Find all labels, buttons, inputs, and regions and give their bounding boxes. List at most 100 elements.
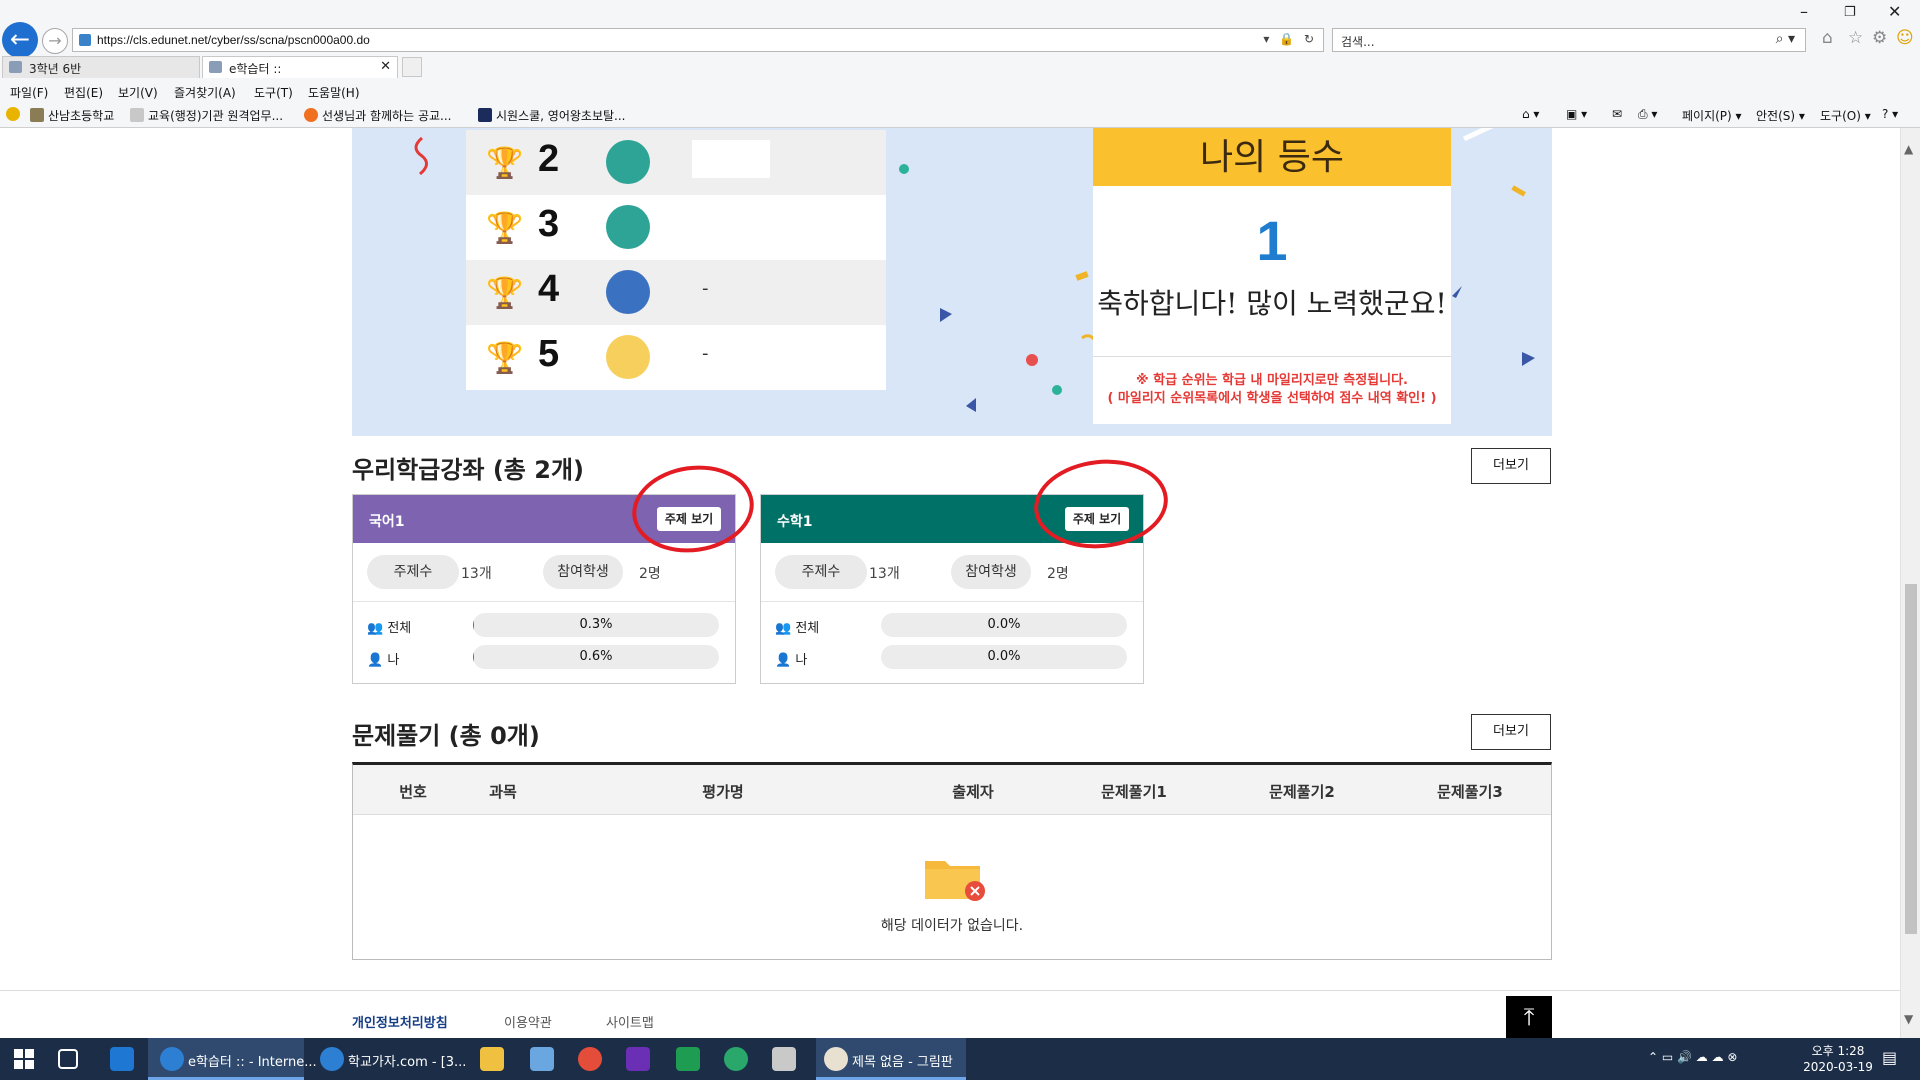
- col-number: 번호: [399, 783, 427, 801]
- problems-more-button[interactable]: 더보기: [1471, 714, 1551, 750]
- topics-count: 13개: [869, 566, 900, 582]
- rank-note: ※ 학급 순위는 학급 내 마일리지로만 측정됩니다. ( 마일리지 순위목록에…: [1093, 372, 1451, 408]
- fav-edu[interactable]: 교육(행정)기관 원격업무...: [130, 107, 283, 124]
- settings-gear-icon[interactable]: ⚙: [1872, 28, 1887, 48]
- print-icon[interactable]: ⎙ ▾: [1638, 107, 1657, 122]
- forward-button[interactable]: →: [42, 28, 68, 54]
- mail-icon[interactable]: ✉: [1612, 107, 1622, 121]
- sitemap-link[interactable]: 사이트맵: [606, 1012, 654, 1031]
- fav-school[interactable]: 산남초등학교: [30, 107, 114, 124]
- menu-view[interactable]: 보기(V): [118, 84, 158, 101]
- students-count: 2명: [1047, 566, 1069, 582]
- back-button[interactable]: ←: [2, 22, 38, 58]
- scroll-up-icon[interactable]: ▲: [1904, 142, 1913, 156]
- tab-class[interactable]: 3학년 6반: [2, 56, 200, 78]
- search-input[interactable]: 검색... ⌕ ▾: [1332, 28, 1806, 52]
- avatar: [606, 205, 650, 249]
- menu-help[interactable]: 도움말(H): [308, 84, 360, 101]
- favorites-star-icon[interactable]: ☆: [1848, 28, 1863, 48]
- fav-siwon[interactable]: 시원스쿨, 영어왕초보탈...: [478, 107, 625, 124]
- table-header: 번호 과목 평가명 출제자 문제풀기1 문제풀기2 문제풀기3: [353, 765, 1551, 815]
- ie-icon: [320, 1047, 344, 1071]
- app-icon[interactable]: [724, 1047, 748, 1071]
- rank-row: 🏆 5 -: [466, 325, 886, 390]
- tab-favicon-icon: [9, 61, 22, 73]
- chrome-icon[interactable]: [578, 1047, 602, 1071]
- taskbar-item-schoolgo[interactable]: 학교가자.com - [3...: [312, 1038, 468, 1080]
- col-author: 출제자: [952, 783, 994, 801]
- home-cmd-icon[interactable]: ⌂ ▾: [1522, 107, 1539, 121]
- user-icon: 👤: [367, 653, 388, 668]
- problems-table: 번호 과목 평가명 출제자 문제풀기1 문제풀기2 문제풀기3 해당 데이터가 …: [352, 762, 1552, 960]
- cmd-tools[interactable]: 도구(O) ▾: [1820, 107, 1871, 124]
- col-solve3: 문제풀기3: [1437, 783, 1503, 801]
- progress-all-bar: 0.3%: [473, 613, 719, 637]
- calculator-icon[interactable]: [772, 1047, 796, 1071]
- course-name: 수학1: [777, 514, 813, 530]
- scroll-top-button[interactable]: ⤒: [1506, 996, 1552, 1038]
- terms-link[interactable]: 이용약관: [504, 1012, 552, 1031]
- menu-edit[interactable]: 편집(E): [64, 84, 103, 101]
- divider: [353, 601, 735, 602]
- tray-icons[interactable]: ⌃ ▭ 🔊 ☁ ☁ ⊗: [1648, 1050, 1737, 1064]
- topics-label: 주제수: [367, 555, 459, 589]
- app-icon[interactable]: [626, 1047, 650, 1071]
- favorites-bar: 산남초등학교 교육(행정)기관 원격업무... 선생님과 함께하는 공교... …: [0, 102, 1920, 126]
- avatar: [606, 140, 650, 184]
- app-icon[interactable]: [530, 1047, 554, 1071]
- help-icon[interactable]: ? ▾: [1882, 107, 1898, 121]
- ie-icon: [160, 1047, 184, 1071]
- clock-date[interactable]: 2020-03-19: [1794, 1060, 1882, 1074]
- students-label: 참여학생: [951, 555, 1031, 589]
- task-view-icon[interactable]: [58, 1049, 78, 1069]
- privacy-link[interactable]: 개인정보처리방침: [352, 1012, 448, 1031]
- progress-value: 0.0%: [987, 617, 1021, 632]
- trophy-icon: 🏆: [486, 211, 524, 246]
- scroll-thumb[interactable]: [1905, 584, 1917, 934]
- col-solve1: 문제풀기1: [1101, 783, 1167, 801]
- cmd-safety[interactable]: 안전(S) ▾: [1756, 107, 1805, 124]
- clock-time[interactable]: 오후 1:28: [1800, 1042, 1876, 1059]
- close-tab-icon[interactable]: ✕: [380, 59, 391, 74]
- windows-start-icon[interactable]: [14, 1049, 34, 1069]
- browser-chrome: ← → https://cls.edunet.net/cyber/ss/scna…: [0, 0, 1920, 128]
- rank-note-line2: ( 마일리지 순위목록에서 학생을 선택하여 점수 내역 확인! ): [1107, 391, 1437, 406]
- courses-more-button[interactable]: 더보기: [1471, 448, 1551, 484]
- minimize-icon[interactable]: –: [1800, 2, 1808, 21]
- app-icon[interactable]: [110, 1047, 134, 1071]
- maximize-icon[interactable]: ❐: [1844, 5, 1856, 20]
- home-icon[interactable]: ⌂: [1822, 28, 1833, 48]
- progress-me-bar: 0.0%: [881, 645, 1127, 669]
- address-bar[interactable]: https://cls.edunet.net/cyber/ss/scna/psc…: [72, 28, 1324, 52]
- tab-elearning[interactable]: e학습터 :: ✕: [202, 56, 398, 78]
- file-explorer-icon[interactable]: [480, 1047, 504, 1071]
- taskbar-item-label: 학교가자.com - [3...: [348, 1055, 467, 1070]
- close-window-icon[interactable]: ✕: [1888, 2, 1901, 21]
- scroll-down-icon[interactable]: ▼: [1904, 1012, 1913, 1026]
- cmd-page[interactable]: 페이지(P) ▾: [1682, 107, 1742, 124]
- trophy-icon: 🏆: [486, 276, 524, 311]
- taskbar-item-paint[interactable]: 제목 없음 - 그림판: [816, 1038, 966, 1080]
- my-rank-title: 나의 등수: [1200, 137, 1344, 178]
- page-scrollbar[interactable]: ▲ ▼: [1900, 128, 1920, 1038]
- group-icon: 👥: [775, 621, 796, 636]
- app-icon[interactable]: [676, 1047, 700, 1071]
- new-tab-button[interactable]: [402, 57, 422, 77]
- taskbar-item-label: e학습터 :: - Interne...: [188, 1055, 317, 1070]
- tab-label: e학습터 ::: [229, 62, 282, 76]
- my-rank-card: 나의 등수 1 축하합니다! 많이 노력했군요! ※ 학급 순위는 학급 내 마…: [1093, 128, 1451, 424]
- menu-file[interactable]: 파일(F): [10, 84, 48, 101]
- address-actions-icon[interactable]: ▾ 🔒 ↻: [1263, 32, 1317, 46]
- rank-number: 2: [538, 138, 560, 180]
- menu-favorites[interactable]: 즐겨찾기(A): [174, 84, 236, 101]
- fav-teacher[interactable]: 선생님과 함께하는 공교...: [304, 107, 451, 124]
- student-name: -: [702, 278, 709, 299]
- search-icon[interactable]: ⌕ ▾: [1776, 31, 1795, 47]
- favorites-star-icon[interactable]: [6, 107, 24, 122]
- notification-icon[interactable]: ▤: [1882, 1048, 1897, 1067]
- smiley-feedback-icon[interactable]: ☺: [1896, 28, 1914, 48]
- my-rank-number: 1: [1256, 209, 1288, 272]
- taskbar-item-ie[interactable]: e학습터 :: - Interne...: [148, 1038, 317, 1080]
- menu-tools[interactable]: 도구(T): [254, 84, 293, 101]
- feeds-icon[interactable]: ▣ ▾: [1566, 107, 1587, 121]
